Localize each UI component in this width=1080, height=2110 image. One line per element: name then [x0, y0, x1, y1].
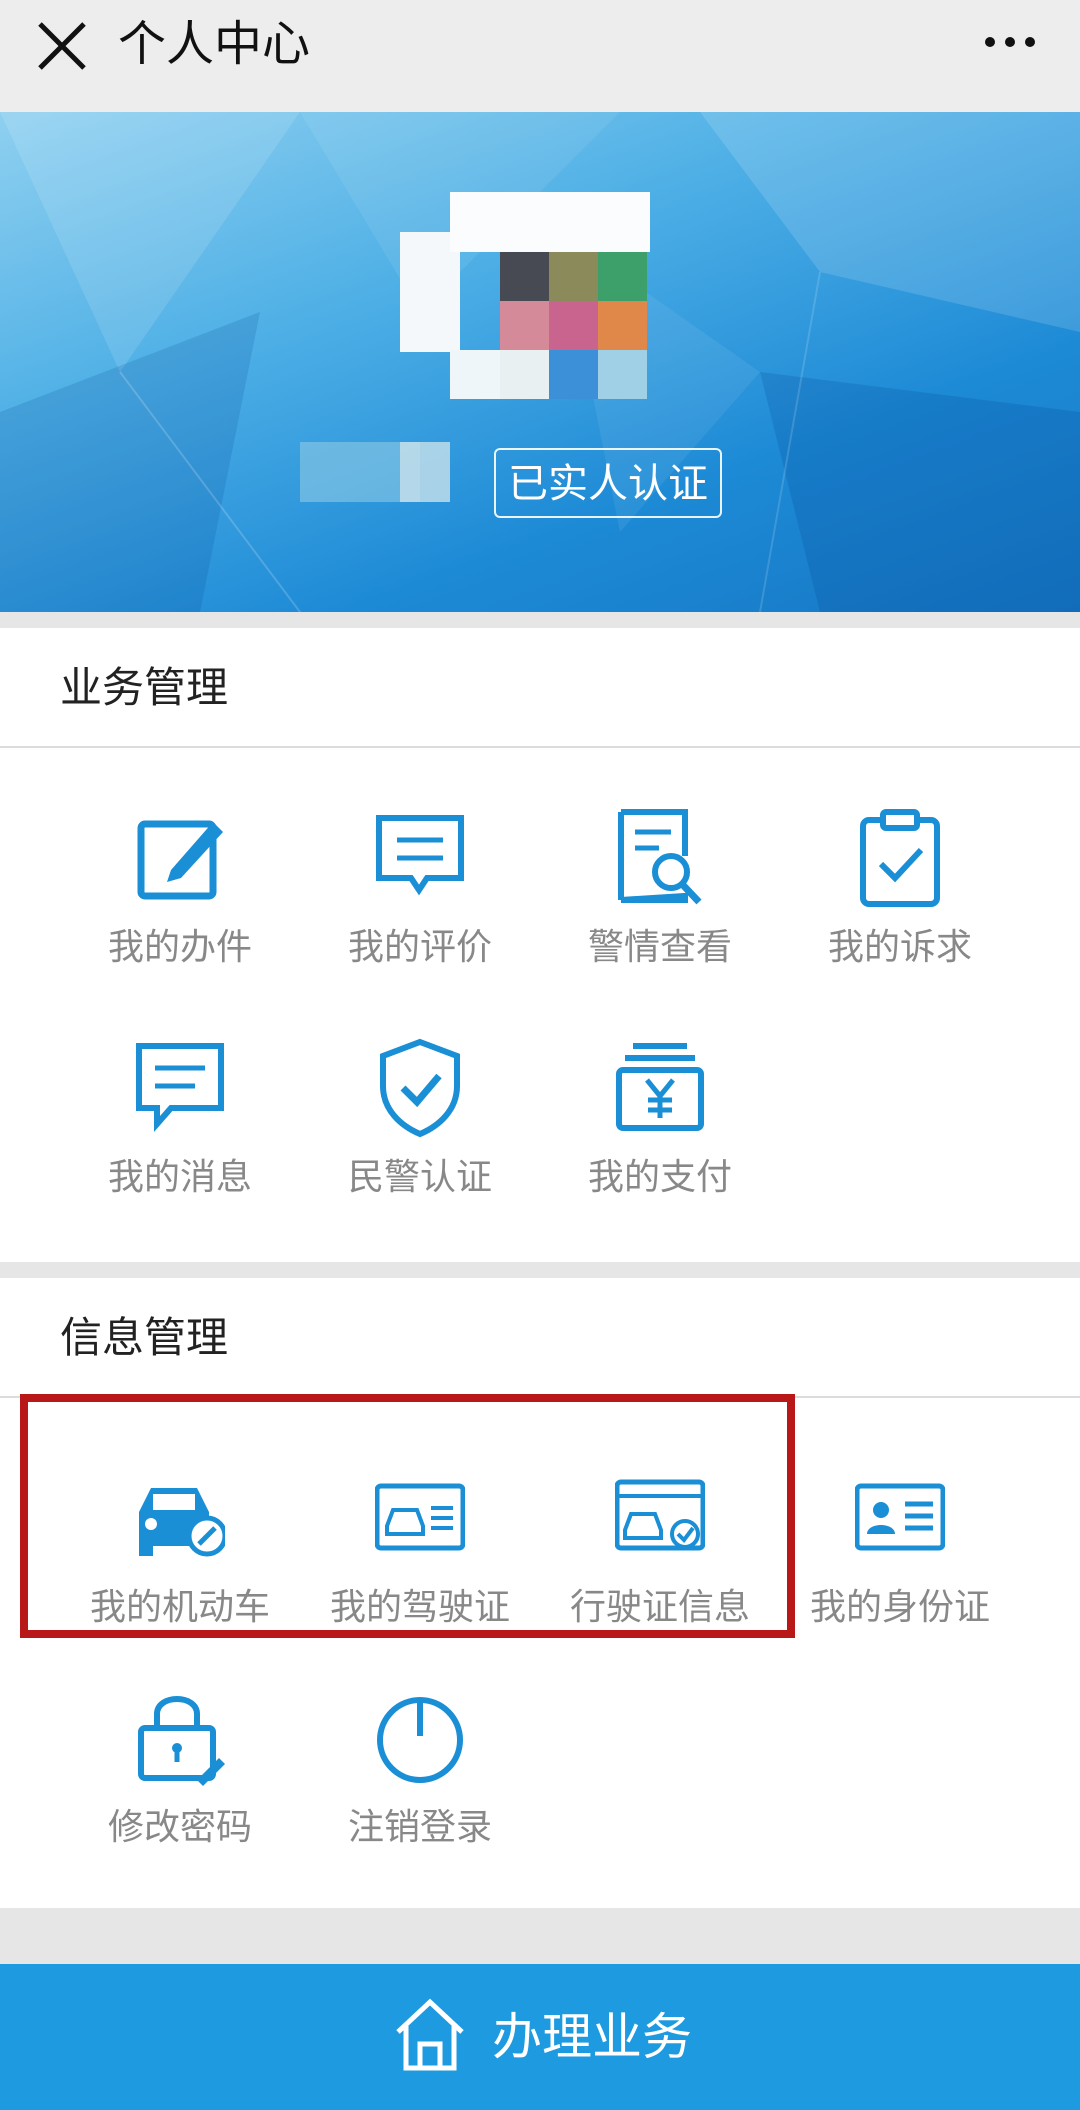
my-appeals-item[interactable]: 我的诉求	[780, 808, 1020, 1008]
close-icon[interactable]	[34, 18, 90, 74]
avatar[interactable]	[400, 192, 660, 412]
logout-item[interactable]: 注销登录	[300, 1688, 540, 1888]
my-license-item[interactable]: 我的驾驶证	[300, 1468, 540, 1668]
id-card-icon	[855, 1483, 945, 1551]
power-icon	[377, 1697, 463, 1783]
my-cases-item[interactable]: 我的办件	[60, 808, 300, 1008]
my-vehicle-item[interactable]: 我的机动车	[60, 1468, 300, 1668]
my-messages-item[interactable]: 我的消息	[60, 1038, 300, 1238]
section-header: 信息管理	[0, 1278, 1080, 1398]
clipboard-check-icon	[860, 809, 940, 907]
tile-label: 我的驾驶证	[329, 1587, 510, 1628]
driver-license-icon	[375, 1483, 465, 1551]
more-options-icon[interactable]	[980, 20, 1040, 64]
button-label: 办理业务	[492, 2008, 692, 2066]
tile-label: 我的支付	[587, 1157, 732, 1198]
police-verify-item[interactable]: 民警认证	[300, 1038, 540, 1238]
handle-business-button[interactable]: 办理业务	[0, 1964, 1080, 2110]
info-section: 信息管理 我的机动车 我的驾驶证 行驶证信息 我的身份证 修改密码 注销登录	[0, 1278, 1080, 1908]
car-edit-icon	[139, 1488, 225, 1557]
home-icon	[396, 1998, 464, 2071]
my-reviews-item[interactable]: 我的评价	[300, 808, 540, 1008]
police-alerts-item[interactable]: 警情查看	[540, 808, 780, 1008]
my-payments-item[interactable]: 我的支付	[540, 1038, 780, 1238]
tile-label: 我的评价	[347, 927, 492, 968]
section-header: 业务管理	[0, 628, 1080, 748]
tile-label: 我的身份证	[809, 1587, 990, 1628]
tile-label: 我的诉求	[827, 927, 972, 968]
tile-label: 我的办件	[107, 927, 252, 968]
vehicle-registration-icon	[615, 1479, 705, 1551]
tile-label: 修改密码	[107, 1807, 252, 1848]
lock-edit-icon	[138, 1696, 225, 1786]
section-title: 业务管理	[60, 663, 229, 712]
page-title: 个人中心	[118, 16, 311, 72]
top-bar: 个人中心	[0, 0, 1080, 112]
verified-badge: 已实人认证	[494, 448, 722, 518]
tile-label: 警情查看	[587, 927, 732, 968]
message-icon	[136, 1043, 224, 1132]
tile-label: 我的消息	[107, 1157, 252, 1198]
shield-check-icon	[380, 1038, 460, 1138]
yuan-payment-icon	[616, 1043, 704, 1131]
tile-label: 我的机动车	[89, 1587, 270, 1628]
section-title: 信息管理	[60, 1313, 229, 1362]
registration-info-item[interactable]: 行驶证信息	[540, 1468, 780, 1668]
change-password-item[interactable]: 修改密码	[60, 1688, 300, 1888]
comment-icon	[376, 815, 464, 896]
business-section: 业务管理 我的办件 我的评价 警情查看 我的诉求 我的消息 民警认证 我的支付	[0, 628, 1080, 1262]
profile-banner: 已实人认证	[0, 112, 1080, 612]
tile-label: 民警认证	[347, 1157, 492, 1198]
tile-label: 行驶证信息	[569, 1587, 750, 1628]
user-name-blurred-2	[400, 442, 450, 502]
document-search-icon	[618, 809, 702, 905]
tile-label: 注销登录	[347, 1807, 492, 1848]
my-id-card-item[interactable]: 我的身份证	[780, 1468, 1020, 1668]
edit-icon	[137, 820, 223, 900]
